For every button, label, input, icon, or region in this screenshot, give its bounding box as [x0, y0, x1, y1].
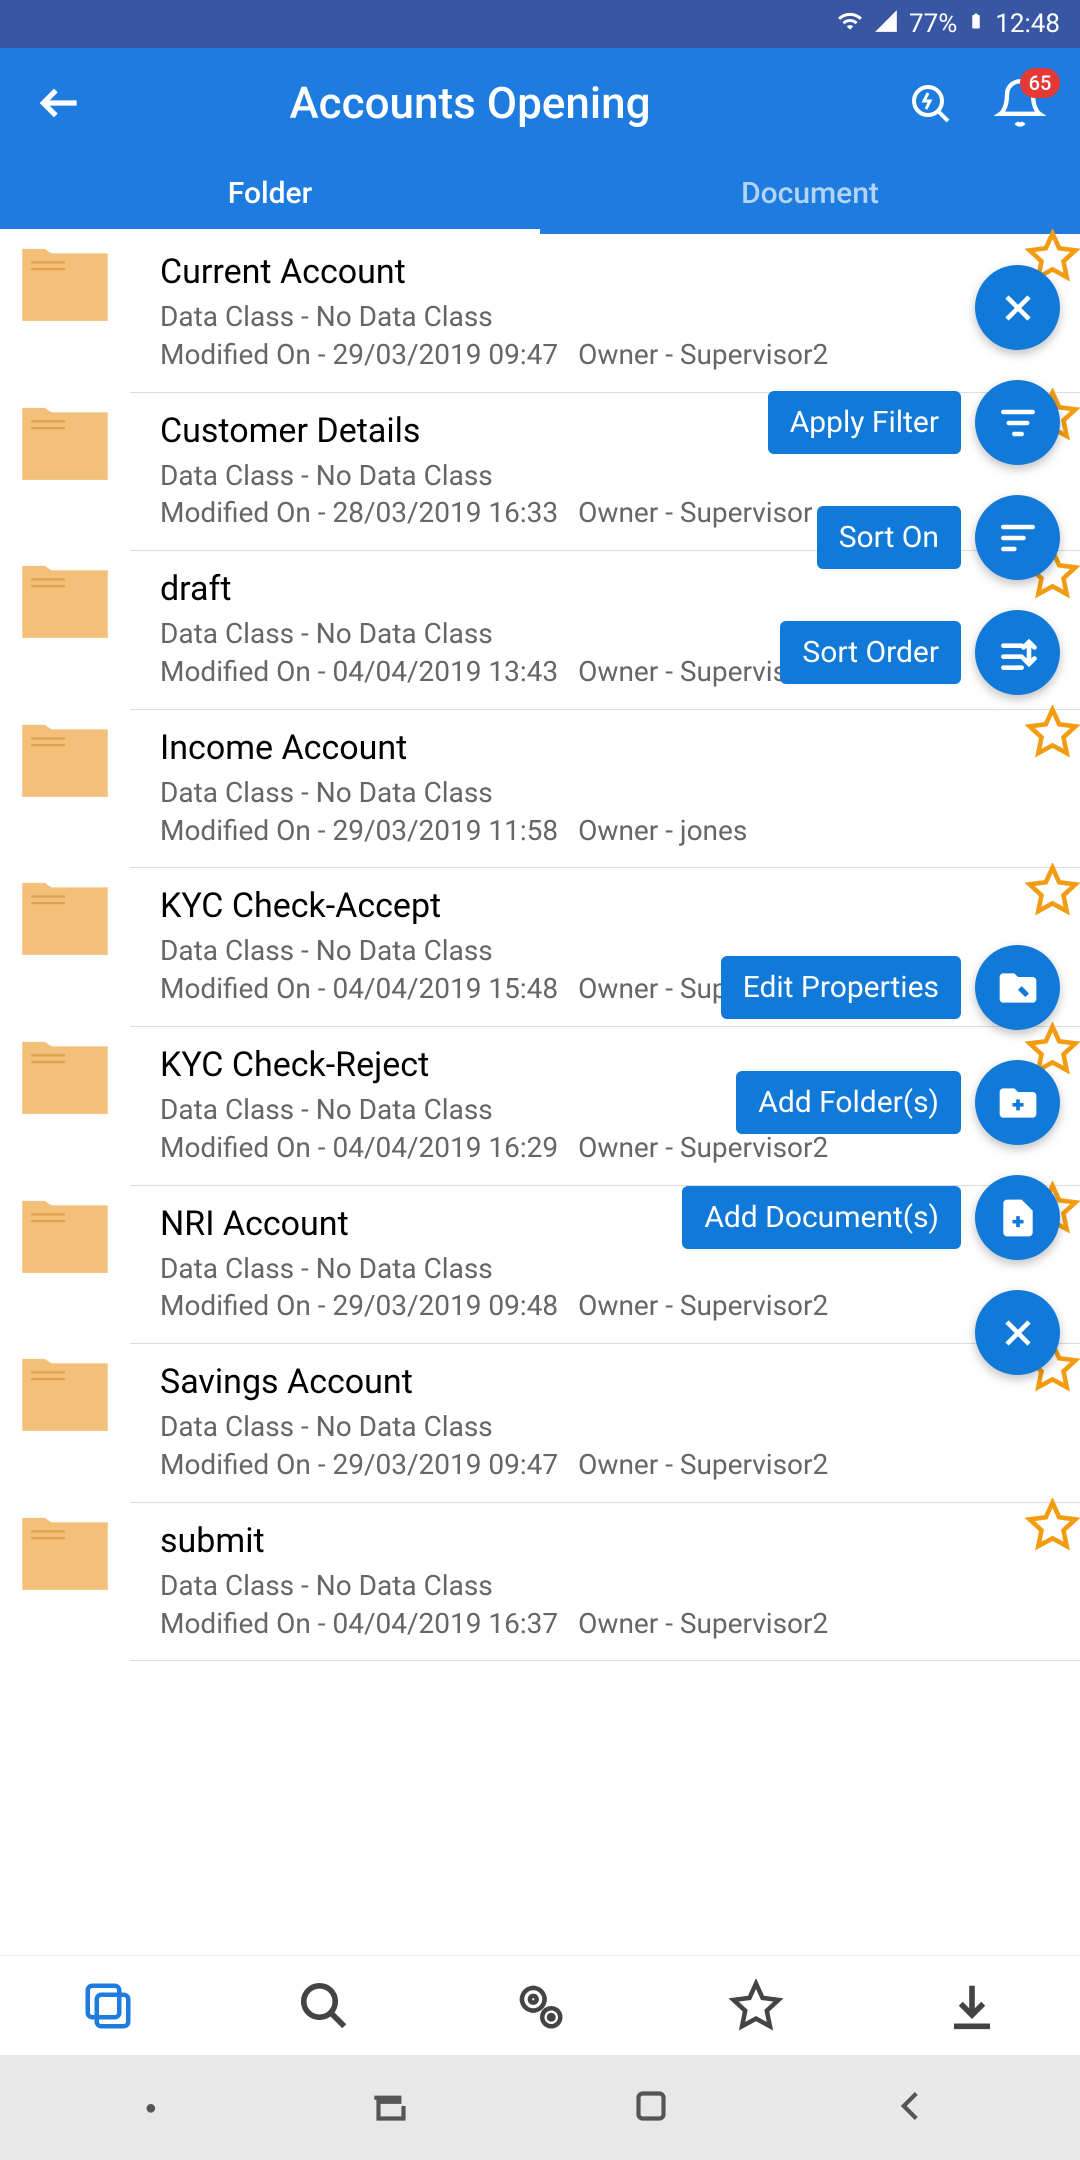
item-dataclass: Data Class - No Data Class	[160, 774, 1050, 812]
folder-icon	[20, 1356, 110, 1436]
item-modified: Modified On - 04/04/2019 15:48	[160, 970, 558, 1008]
add-documents-button[interactable]: Add Document(s)	[682, 1186, 961, 1249]
item-title: KYC Check-Accept	[160, 886, 1050, 926]
sys-back-button[interactable]	[885, 2081, 935, 2135]
list-item[interactable]: submit Data Class - No Data Class Modifi…	[130, 1503, 1080, 1662]
page-title: Accounts Opening	[70, 77, 870, 129]
home-button[interactable]	[626, 2081, 676, 2135]
item-owner: Owner - Supervisor2	[578, 1446, 828, 1484]
list-item[interactable]: Income Account Data Class - No Data Clas…	[130, 710, 1080, 869]
signal-icon	[873, 8, 899, 41]
fab-menu-top: Apply Filter Sort On Sort Order	[768, 265, 1060, 695]
item-modified: Modified On - 29/03/2019 09:48	[160, 1287, 558, 1325]
folder-icon	[20, 246, 110, 326]
nav-settings[interactable]	[432, 1956, 648, 2055]
folder-icon	[20, 722, 110, 802]
item-owner: Owner - jones	[578, 812, 747, 850]
add-document-icon[interactable]	[975, 1175, 1060, 1260]
folder-icon	[20, 1515, 110, 1595]
item-title: submit	[160, 1521, 1050, 1561]
folder-icon	[20, 1039, 110, 1119]
item-modified: Modified On - 29/03/2019 09:47	[160, 336, 558, 374]
edit-folder-icon[interactable]	[975, 945, 1060, 1030]
star-icon[interactable]	[1025, 863, 1080, 918]
nav-folders[interactable]	[0, 1956, 216, 2055]
notification-button[interactable]: 65	[990, 73, 1050, 133]
sort-on-button[interactable]: Sort On	[817, 506, 961, 569]
tab-bar: Folder Document	[0, 158, 1080, 234]
item-dataclass: Data Class - No Data Class	[160, 1408, 1050, 1446]
item-modified: Modified On - 04/04/2019 16:37	[160, 1605, 558, 1643]
item-modified: Modified On - 04/04/2019 16:29	[160, 1129, 558, 1167]
add-folder-icon[interactable]	[975, 1060, 1060, 1145]
recents-button[interactable]	[366, 2081, 416, 2135]
tab-folder[interactable]: Folder	[0, 158, 540, 234]
app-bar: Accounts Opening 65 Folder Document	[0, 48, 1080, 234]
folder-icon	[20, 563, 110, 643]
nav-download[interactable]	[864, 1956, 1080, 2055]
status-bar: 77% 12:48	[0, 0, 1080, 48]
folder-icon	[20, 1198, 110, 1278]
fab-close-top[interactable]	[975, 265, 1060, 350]
notification-badge: 65	[1020, 68, 1060, 98]
item-modified: Modified On - 29/03/2019 11:58	[160, 812, 558, 850]
item-owner: Owner - Supervisor2	[578, 1605, 828, 1643]
star-icon[interactable]	[1025, 1498, 1080, 1553]
tab-document[interactable]: Document	[540, 158, 1080, 234]
nav-favorites[interactable]	[648, 1956, 864, 2055]
battery-text: 77%	[909, 9, 957, 39]
quick-action-button[interactable]	[900, 73, 960, 133]
nav-search[interactable]	[216, 1956, 432, 2055]
star-icon[interactable]	[1025, 705, 1080, 760]
fab-menu-bottom: Edit Properties Add Folder(s) Add Docume…	[682, 945, 1060, 1375]
item-modified: Modified On - 28/03/2019 16:33	[160, 494, 558, 532]
sort-order-icon[interactable]	[975, 610, 1060, 695]
edit-properties-button[interactable]: Edit Properties	[721, 956, 961, 1019]
add-folders-button[interactable]: Add Folder(s)	[736, 1071, 961, 1134]
folder-icon	[20, 880, 110, 960]
item-dataclass: Data Class - No Data Class	[160, 1567, 1050, 1605]
system-nav: ●	[0, 2055, 1080, 2160]
sort-icon[interactable]	[975, 495, 1060, 580]
wifi-icon	[837, 8, 863, 41]
fab-close-bottom[interactable]	[975, 1290, 1060, 1375]
apply-filter-button[interactable]: Apply Filter	[768, 391, 961, 454]
filter-icon[interactable]	[975, 380, 1060, 465]
folder-icon	[20, 405, 110, 485]
sort-order-button[interactable]: Sort Order	[780, 621, 961, 684]
dot-icon: ●	[145, 2095, 157, 2120]
battery-icon	[967, 8, 985, 41]
clock-text: 12:48	[995, 9, 1060, 39]
item-title: Income Account	[160, 728, 1050, 768]
item-modified: Modified On - 04/04/2019 13:43	[160, 653, 558, 691]
bottom-nav	[0, 1955, 1080, 2055]
item-modified: Modified On - 29/03/2019 09:47	[160, 1446, 558, 1484]
